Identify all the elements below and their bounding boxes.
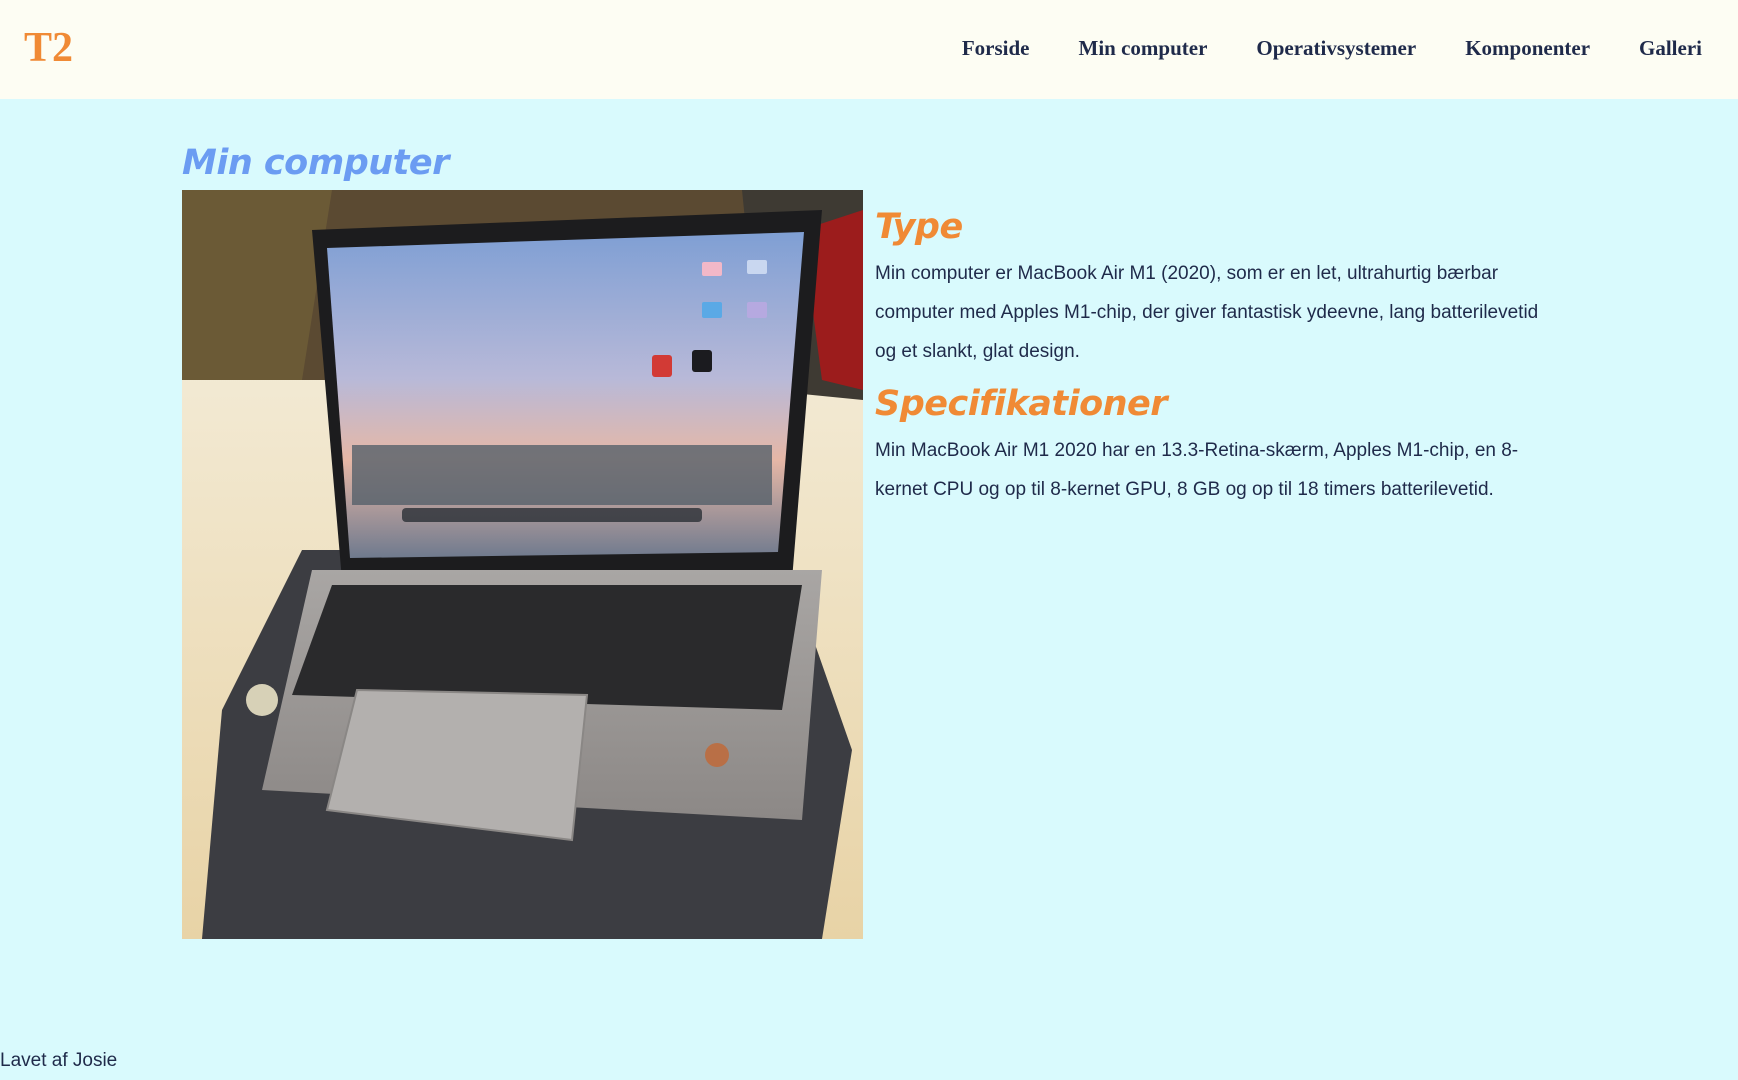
section-text-type: Min computer er MacBook Air M1 (2020), s… [875, 263, 1539, 362]
dock [402, 508, 702, 522]
section-heading-type: Type [875, 207, 963, 247]
nav-link-min-computer[interactable]: Min computer [1079, 34, 1208, 62]
nav-link-forside[interactable]: Forside [962, 34, 1030, 62]
site-logo[interactable]: T2 [24, 24, 73, 72]
nav-link-komponenter[interactable]: Komponenter [1465, 34, 1590, 62]
section-text-specifikationer: Min MacBook Air M1 2020 har en 13.3-Reti… [875, 440, 1519, 500]
laptop-photo [182, 190, 863, 939]
main-nav: Forside Min computer Operativsystemer Ko… [962, 34, 1702, 62]
site-header: T2 Forside Min computer Operativsystemer… [0, 0, 1738, 99]
section-heading-specifikationer: Specifikationer [875, 384, 1168, 424]
content-section: Type Min computer er MacBook Air M1 (202… [875, 202, 1555, 517]
page-title: Min computer [182, 143, 449, 183]
nav-link-operativsystemer[interactable]: Operativsystemer [1256, 34, 1416, 62]
nav-link-galleri[interactable]: Galleri [1639, 34, 1702, 62]
site-footer: Lavet af Josie [0, 1050, 118, 1071]
